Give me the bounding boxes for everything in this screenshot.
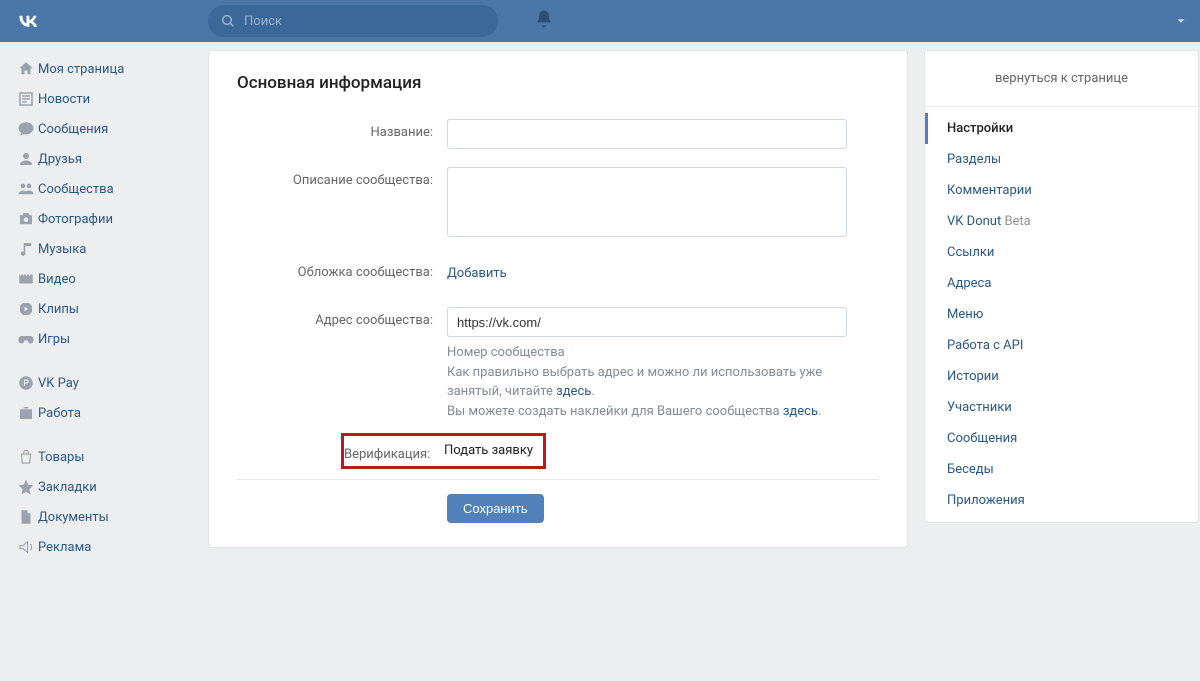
nav-communities[interactable]: Сообщества	[8, 174, 200, 204]
nav-label: Сообщения	[38, 122, 108, 137]
vkpay-icon	[14, 374, 38, 392]
settings-item-main[interactable]: Настройки	[925, 113, 1198, 144]
textarea-description[interactable]	[447, 167, 847, 237]
communities-icon	[14, 180, 38, 198]
settings-item-addresses[interactable]: Адреса	[925, 268, 1198, 299]
work-icon	[14, 404, 38, 422]
nav-label: Клипы	[38, 302, 79, 317]
nav-friends[interactable]: Друзья	[8, 144, 200, 174]
music-icon	[14, 240, 38, 258]
nav-label: Новости	[38, 92, 90, 107]
nav-label: Фотографии	[38, 212, 113, 227]
nav-market[interactable]: Товары	[8, 442, 200, 472]
ads-icon	[14, 538, 38, 556]
settings-item-api[interactable]: Работа с API	[925, 330, 1198, 361]
settings-item-members[interactable]: Участники	[925, 392, 1198, 423]
main-card: Основная информация Название: Описание с…	[208, 50, 908, 548]
page-title: Основная информация	[237, 73, 879, 93]
home-icon	[14, 60, 38, 78]
nav-work[interactable]: Работа	[8, 398, 200, 428]
news-icon	[14, 90, 38, 108]
save-button[interactable]: Сохранить	[447, 494, 544, 523]
label-cover: Обложка сообщества:	[237, 259, 447, 280]
settings-item-apps[interactable]: Приложения	[925, 485, 1198, 516]
nav-label: Музыка	[38, 242, 86, 257]
message-icon	[14, 120, 38, 138]
settings-item-menu[interactable]: Меню	[925, 299, 1198, 330]
verification-link[interactable]: Подать заявку	[444, 440, 533, 462]
settings-item-sections[interactable]: Разделы	[925, 144, 1198, 175]
input-address[interactable]	[447, 307, 847, 337]
games-icon	[14, 330, 38, 348]
settings-item-chats[interactable]: Беседы	[925, 454, 1198, 485]
settings-item-stories[interactable]: Истории	[925, 361, 1198, 392]
nav-label: Моя страница	[38, 62, 124, 77]
input-name[interactable]	[447, 119, 847, 149]
label-verification: Верификация:	[344, 441, 444, 462]
top-header: Поиск	[0, 0, 1200, 42]
nav-label: VK Pay	[38, 376, 79, 391]
nav-label: Сообщества	[38, 182, 114, 197]
nav-label: Игры	[38, 332, 70, 347]
nav-label: Видео	[38, 272, 76, 287]
settings-item-links[interactable]: Ссылки	[925, 237, 1198, 268]
nav-label: Закладки	[38, 480, 97, 495]
nav-video[interactable]: Видео	[8, 264, 200, 294]
nav-label: Товары	[38, 450, 84, 465]
nav-music[interactable]: Музыка	[8, 234, 200, 264]
settings-item-messages[interactable]: Сообщения	[925, 423, 1198, 454]
settings-sidebar: вернуться к странице Настройки Разделы К…	[924, 50, 1199, 523]
left-nav: Моя страница Новости Сообщения Друзья Со…	[0, 50, 200, 562]
nav-photos[interactable]: Фотографии	[8, 204, 200, 234]
chevron-down-icon	[1174, 14, 1188, 28]
nav-ads[interactable]: Реклама	[8, 532, 200, 562]
document-icon	[14, 508, 38, 526]
search-icon	[220, 13, 236, 29]
nav-news[interactable]: Новости	[8, 84, 200, 114]
nav-label: Работа	[38, 406, 81, 421]
nav-messages[interactable]: Сообщения	[8, 114, 200, 144]
clips-icon	[14, 300, 38, 318]
address-help-link-2[interactable]: здесь	[783, 404, 818, 419]
address-help: Номер сообщества Как правильно выбрать а…	[447, 343, 847, 421]
nav-vkpay[interactable]: VK Pay	[8, 368, 200, 398]
settings-item-comments[interactable]: Комментарии	[925, 175, 1198, 206]
nav-games[interactable]: Игры	[8, 324, 200, 354]
nav-documents[interactable]: Документы	[8, 502, 200, 532]
nav-label: Документы	[38, 510, 109, 525]
search-placeholder: Поиск	[244, 14, 282, 29]
back-link[interactable]: вернуться к странице	[925, 51, 1198, 107]
market-icon	[14, 448, 38, 466]
label-address: Адрес сообщества:	[237, 307, 447, 328]
settings-item-donut[interactable]: VK Donut Beta	[925, 206, 1198, 237]
search-input[interactable]: Поиск	[208, 5, 498, 37]
camera-icon	[14, 210, 38, 228]
star-icon	[14, 478, 38, 496]
notifications-icon[interactable]	[534, 8, 554, 34]
nav-label: Реклама	[38, 540, 91, 555]
nav-clips[interactable]: Клипы	[8, 294, 200, 324]
nav-bookmarks[interactable]: Закладки	[8, 472, 200, 502]
vk-logo[interactable]	[8, 0, 48, 42]
label-description: Описание сообщества:	[237, 167, 447, 188]
friends-icon	[14, 150, 38, 168]
nav-my-page[interactable]: Моя страница	[8, 54, 200, 84]
cover-add-link[interactable]: Добавить	[447, 266, 507, 281]
verification-highlight: Верификация: Подать заявку	[341, 433, 546, 469]
header-dropdown[interactable]	[1174, 0, 1188, 42]
video-icon	[14, 270, 38, 288]
label-name: Название:	[237, 119, 447, 140]
nav-label: Друзья	[38, 152, 82, 167]
address-help-link-1[interactable]: здесь	[556, 384, 591, 399]
